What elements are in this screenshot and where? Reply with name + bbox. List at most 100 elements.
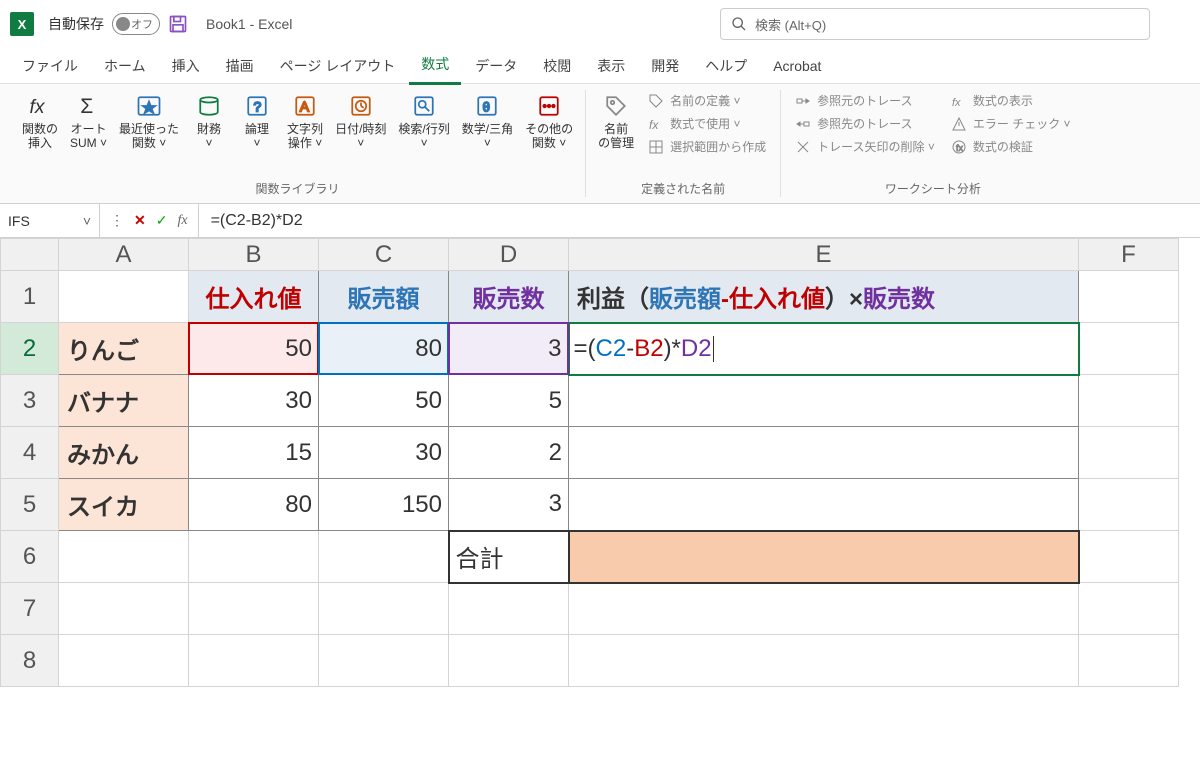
row-header-3[interactable]: 3 (1, 375, 59, 427)
more-functions-button[interactable]: その他の 関数 ˅ (521, 90, 577, 153)
cell-C1[interactable]: 販売額 (319, 271, 449, 323)
cell-A1[interactable] (59, 271, 189, 323)
cell-A5[interactable]: スイカ (59, 479, 189, 531)
cell-F1[interactable] (1079, 271, 1179, 323)
insert-function-button[interactable]: fx関数の 挿入 (18, 90, 62, 153)
cell-E7[interactable] (569, 583, 1079, 635)
tab-help[interactable]: ヘルプ (693, 48, 759, 84)
cell-F4[interactable] (1079, 427, 1179, 479)
cell-E2[interactable]: =(C2-B2)*D2 (569, 323, 1079, 375)
datetime-button[interactable]: 日付/時刻 ˅ (331, 90, 390, 153)
tab-developer[interactable]: 開発 (639, 48, 691, 84)
cell-B8[interactable] (189, 635, 319, 687)
cell-A8[interactable] (59, 635, 189, 687)
lookup-button[interactable]: 検索/行列 ˅ (394, 90, 453, 153)
cell-C4[interactable]: 30 (319, 427, 449, 479)
cell-A3[interactable]: バナナ (59, 375, 189, 427)
create-from-selection-button[interactable]: 選択範囲から作成 (648, 138, 766, 155)
cell-F7[interactable] (1079, 583, 1179, 635)
row-header-6[interactable]: 6 (1, 531, 59, 583)
tab-pagelayout[interactable]: ページ レイアウト (268, 48, 408, 84)
search-input[interactable]: 検索 (Alt+Q) (720, 8, 1150, 40)
cell-D8[interactable] (449, 635, 569, 687)
cell-F8[interactable] (1079, 635, 1179, 687)
cell-B2[interactable]: 50 (189, 323, 319, 375)
tab-review[interactable]: 校閲 (531, 48, 583, 84)
cell-B6[interactable] (189, 531, 319, 583)
tab-insert[interactable]: 挿入 (160, 48, 212, 84)
cell-F2[interactable] (1079, 323, 1179, 375)
cell-B4[interactable]: 15 (189, 427, 319, 479)
cell-E4[interactable] (569, 427, 1079, 479)
tab-formulas[interactable]: 数式 (409, 46, 461, 85)
trace-precedents-button[interactable]: 参照元のトレース (795, 92, 935, 109)
row-header-4[interactable]: 4 (1, 427, 59, 479)
spreadsheet-grid[interactable]: A B C D E F 1 仕入れ値 販売額 販売数 利益（販売額-仕入れ値）×… (0, 238, 1200, 687)
cell-D4[interactable]: 2 (449, 427, 569, 479)
name-box[interactable]: IFS ˅ (0, 204, 100, 237)
select-all-corner[interactable] (1, 239, 59, 271)
cell-D1[interactable]: 販売数 (449, 271, 569, 323)
math-trig-button[interactable]: θ数学/三角 ˅ (458, 90, 517, 153)
row-header-7[interactable]: 7 (1, 583, 59, 635)
tab-view[interactable]: 表示 (585, 48, 637, 84)
cell-C7[interactable] (319, 583, 449, 635)
row-header-8[interactable]: 8 (1, 635, 59, 687)
autosum-button[interactable]: Σオート SUM ˅ (66, 90, 111, 153)
save-icon[interactable] (168, 14, 188, 34)
autosave-toggle[interactable]: オフ (112, 13, 160, 35)
cell-D5[interactable]: 3 (449, 479, 569, 531)
cell-A6[interactable] (59, 531, 189, 583)
cell-F6[interactable] (1079, 531, 1179, 583)
col-header-A[interactable]: A (59, 239, 189, 271)
trace-dependents-button[interactable]: 参照先のトレース (795, 115, 935, 132)
cell-A7[interactable] (59, 583, 189, 635)
evaluate-formula-button[interactable]: fx数式の検証 (951, 138, 1071, 155)
cell-A4[interactable]: みかん (59, 427, 189, 479)
tab-draw[interactable]: 描画 (214, 48, 266, 84)
cell-F3[interactable] (1079, 375, 1179, 427)
col-header-F[interactable]: F (1079, 239, 1179, 271)
text-button[interactable]: A文字列 操作 ˅ (283, 90, 327, 153)
show-formulas-button[interactable]: fx数式の表示 (951, 92, 1071, 109)
define-name-button[interactable]: 名前の定義 ˅ (648, 92, 766, 109)
cell-B1[interactable]: 仕入れ値 (189, 271, 319, 323)
name-manager-button[interactable]: 名前 の管理 (594, 90, 638, 153)
cell-E1[interactable]: 利益（販売額-仕入れ値）×販売数 (569, 271, 1079, 323)
cell-B3[interactable]: 30 (189, 375, 319, 427)
cell-B5[interactable]: 80 (189, 479, 319, 531)
cell-C8[interactable] (319, 635, 449, 687)
cell-A2[interactable]: りんご (59, 323, 189, 375)
cell-C5[interactable]: 150 (319, 479, 449, 531)
cell-B7[interactable] (189, 583, 319, 635)
cell-E3[interactable] (569, 375, 1079, 427)
row-header-2[interactable]: 2 (1, 323, 59, 375)
cancel-button[interactable]: ✕ (132, 212, 148, 229)
remove-arrows-button[interactable]: トレース矢印の削除 ˅ (795, 138, 935, 155)
col-header-B[interactable]: B (189, 239, 319, 271)
formula-input[interactable]: =(C2-B2)*D2 (199, 212, 1200, 230)
col-header-E[interactable]: E (569, 239, 1079, 271)
cell-C3[interactable]: 50 (319, 375, 449, 427)
cell-D6[interactable]: 合計 (449, 531, 569, 583)
tab-home[interactable]: ホーム (92, 48, 158, 84)
cell-E8[interactable] (569, 635, 1079, 687)
row-header-1[interactable]: 1 (1, 271, 59, 323)
tab-acrobat[interactable]: Acrobat (761, 50, 833, 82)
recent-functions-button[interactable]: 最近使った 関数 ˅ (115, 90, 183, 153)
cell-D3[interactable]: 5 (449, 375, 569, 427)
financial-button[interactable]: 財務 ˅ (187, 90, 231, 153)
fx-button[interactable]: fx (175, 213, 189, 229)
tab-file[interactable]: ファイル (10, 48, 90, 84)
cell-D2[interactable]: 3 (449, 323, 569, 375)
col-header-D[interactable]: D (449, 239, 569, 271)
row-header-5[interactable]: 5 (1, 479, 59, 531)
enter-button[interactable]: ✓ (154, 212, 170, 229)
use-in-formula-button[interactable]: fx数式で使用 ˅ (648, 115, 766, 132)
cell-F5[interactable] (1079, 479, 1179, 531)
cell-E5[interactable] (569, 479, 1079, 531)
cell-C6[interactable] (319, 531, 449, 583)
cell-C2[interactable]: 80 (319, 323, 449, 375)
tab-data[interactable]: データ (463, 48, 529, 84)
cell-E6[interactable] (569, 531, 1079, 583)
